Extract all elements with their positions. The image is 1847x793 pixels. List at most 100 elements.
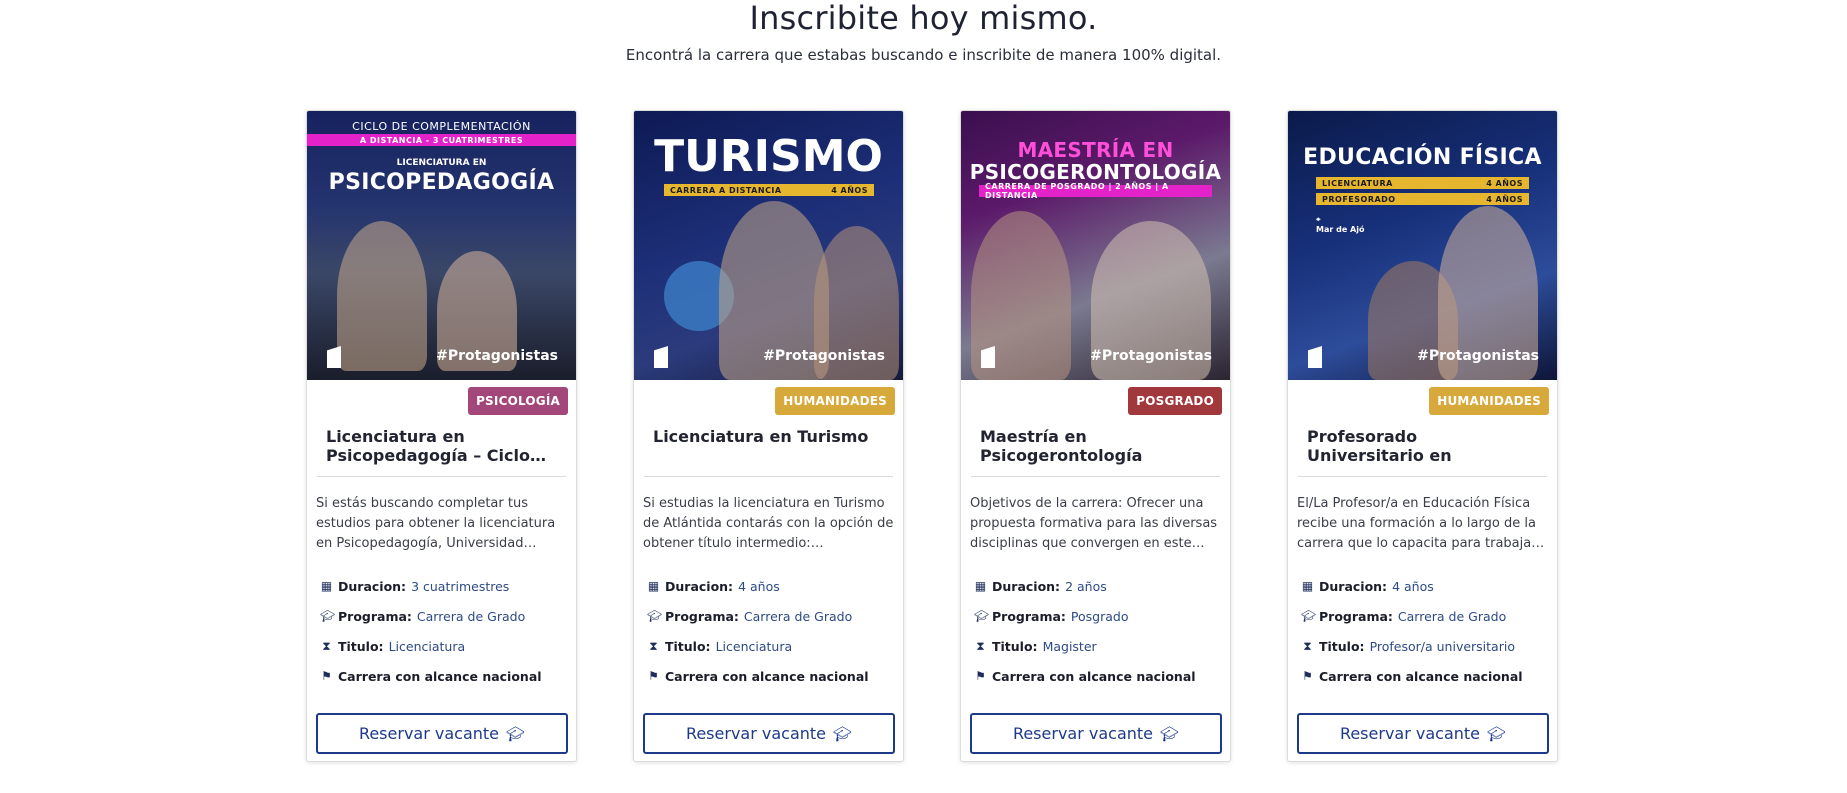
duration-row: ▦ Duracion: 4 años	[1301, 579, 1551, 594]
calendar-icon: ▦	[647, 579, 660, 593]
degree-row: ⧗ Titulo: Profesor/a universitario	[1301, 639, 1551, 654]
duration-label: Duracion:	[1319, 579, 1388, 594]
graduation-cap-icon: 🎓︎	[1301, 609, 1317, 623]
calendar-icon: ▦	[1301, 579, 1314, 593]
national-row: ⚑ Carrera con alcance nacional	[974, 669, 1224, 684]
page-header: Inscribite hoy mismo. Encontrá la carrer…	[0, 0, 1847, 64]
degree-label: Titulo:	[1319, 639, 1365, 654]
duration-label: Duracion:	[665, 579, 734, 594]
hourglass-icon: ⧗	[649, 639, 658, 653]
career-image[interactable]: CICLO DE COMPLEMENTACIÓN A DISTANCIA - 3…	[307, 111, 576, 380]
image-title: EDUCACIÓN FÍSICA	[1303, 145, 1542, 170]
degree-value: Profesor/a universitario	[1369, 639, 1515, 654]
duration-value: 4 años	[1392, 579, 1434, 594]
graduation-cap-icon: 🎓︎	[320, 609, 336, 623]
career-title[interactable]: Licenciatura en Turismo	[653, 427, 885, 467]
image-stripe: PROFESORADO 4 AÑOS	[1316, 193, 1529, 205]
duration-row: ▦ Duracion: 4 años	[647, 579, 897, 594]
program-row: 🎓︎ Programa: Carrera de Grado	[647, 609, 897, 624]
calendar-icon: ▦	[320, 579, 333, 593]
program-label: Programa:	[665, 609, 739, 624]
image-hashtag: #Protagonistas	[1417, 348, 1539, 364]
duration-value: 3 cuatrimestres	[411, 579, 510, 594]
national-label: Carrera con alcance nacional	[1319, 669, 1523, 684]
divider	[971, 476, 1220, 477]
national-label: Carrera con alcance nacional	[338, 669, 542, 684]
career-image[interactable]: MAESTRÍA EN PSICOGERONTOLOGÍA CARRERA DE…	[961, 111, 1230, 380]
flag-icon: ⚑	[321, 669, 332, 683]
career-image[interactable]: EDUCACIÓN FÍSICA LICENCIATURA 4 AÑOS PROF…	[1288, 111, 1557, 380]
career-title[interactable]: Licenciatura en Psicopedagogía – Ciclo…	[326, 427, 558, 467]
button-label: Reservar vacante	[685, 724, 827, 743]
duration-row: ▦ Duracion: 2 años	[974, 579, 1224, 594]
degree-label: Titulo:	[338, 639, 384, 654]
graduation-cap-icon: 🎓︎	[833, 724, 853, 743]
category-badge: PSICOLOGÍA	[468, 387, 568, 415]
divider	[1298, 476, 1547, 477]
career-card[interactable]: EDUCACIÓN FÍSICA LICENCIATURA 4 AÑOS PROF…	[1287, 110, 1558, 762]
career-card[interactable]: MAESTRÍA EN PSICOGERONTOLOGÍA CARRERA DE…	[960, 110, 1231, 762]
degree-value: Magister	[1042, 639, 1097, 654]
career-image[interactable]: TURISMO CARRERA A DISTANCIA 4 AÑOS #Prota…	[634, 111, 903, 380]
degree-value: Licenciatura	[715, 639, 793, 654]
degree-label: Titulo:	[992, 639, 1038, 654]
reserve-vacancy-button[interactable]: Reservar vacante 🎓︎	[1297, 713, 1549, 754]
program-value: Carrera de Grado	[743, 609, 853, 624]
location-pin-icon: ⌖	[1316, 215, 1321, 224]
image-stripe: LICENCIATURA 4 AÑOS	[1316, 177, 1529, 189]
national-label: Carrera con alcance nacional	[665, 669, 869, 684]
image-title: PSICOGERONTOLOGÍA	[969, 160, 1222, 184]
duration-label: Duracion:	[992, 579, 1061, 594]
career-title[interactable]: Profesorado Universitario en Educación F…	[1307, 427, 1539, 467]
hourglass-icon: ⧗	[322, 639, 331, 653]
image-line: LICENCIATURA EN	[396, 158, 487, 168]
university-logo	[654, 346, 668, 368]
page-title: Inscribite hoy mismo.	[749, 0, 1098, 37]
career-description: Si estás buscando completar tus estudios…	[316, 496, 556, 551]
stripe-right: 4 AÑOS	[831, 185, 868, 195]
graduation-cap-icon: 🎓︎	[1160, 724, 1180, 743]
calendar-icon: ▦	[974, 579, 987, 593]
image-subheading: MAESTRÍA EN	[1017, 138, 1174, 162]
program-row: 🎓︎ Programa: Posgrado	[974, 609, 1224, 624]
graduation-cap-icon: 🎓︎	[1487, 724, 1507, 743]
reserve-vacancy-button[interactable]: Reservar vacante 🎓︎	[970, 713, 1222, 754]
program-value: Carrera de Grado	[1397, 609, 1507, 624]
hourglass-icon: ⧗	[976, 639, 985, 653]
category-badge: HUMANIDADES	[1429, 387, 1549, 415]
image-hashtag: #Protagonistas	[436, 348, 558, 364]
national-row: ⚑ Carrera con alcance nacional	[647, 669, 897, 684]
location-label: ⌖ Mar de Ajó	[1316, 215, 1364, 234]
image-title: PSICOPEDAGOGÍA	[328, 170, 555, 195]
reserve-vacancy-button[interactable]: Reservar vacante 🎓︎	[643, 713, 895, 754]
flag-icon: ⚑	[975, 669, 986, 683]
flag-icon: ⚑	[648, 669, 659, 683]
career-description: Si estudias la licenciatura en Turismo d…	[643, 496, 894, 551]
university-logo	[327, 346, 341, 368]
stripe-right: 4 AÑOS	[1486, 178, 1523, 188]
button-label: Reservar vacante	[1012, 724, 1154, 743]
career-card[interactable]: TURISMO CARRERA A DISTANCIA 4 AÑOS #Prota…	[633, 110, 904, 762]
duration-value: 2 años	[1065, 579, 1107, 594]
program-value: Posgrado	[1070, 609, 1129, 624]
career-card[interactable]: CICLO DE COMPLEMENTACIÓN A DISTANCIA - 3…	[306, 110, 577, 762]
flag-icon: ⚑	[1302, 669, 1313, 683]
program-label: Programa:	[1319, 609, 1393, 624]
stripe-right: 4 AÑOS	[1486, 194, 1523, 204]
image-subheading: CICLO DE COMPLEMENTACIÓN	[352, 120, 531, 133]
national-label: Carrera con alcance nacional	[992, 669, 1196, 684]
button-label: Reservar vacante	[358, 724, 500, 743]
career-title[interactable]: Maestría en Psicogerontología	[980, 427, 1212, 467]
program-row: 🎓︎ Programa: Carrera de Grado	[1301, 609, 1551, 624]
person-photo	[337, 221, 427, 371]
degree-label: Titulo:	[665, 639, 711, 654]
image-hashtag: #Protagonistas	[1090, 348, 1212, 364]
duration-row: ▦ Duracion: 3 cuatrimestres	[320, 579, 570, 594]
reserve-vacancy-button[interactable]: Reservar vacante 🎓︎	[316, 713, 568, 754]
program-label: Programa:	[338, 609, 412, 624]
page-subtitle: Encontrá la carrera que estabas buscando…	[625, 46, 1222, 64]
career-card-list: CICLO DE COMPLEMENTACIÓN A DISTANCIA - 3…	[306, 110, 1558, 762]
program-row: 🎓︎ Programa: Carrera de Grado	[320, 609, 570, 624]
image-stripe: CARRERA A DISTANCIA 4 AÑOS	[664, 184, 874, 196]
location-text: Mar de Ajó	[1316, 225, 1365, 234]
